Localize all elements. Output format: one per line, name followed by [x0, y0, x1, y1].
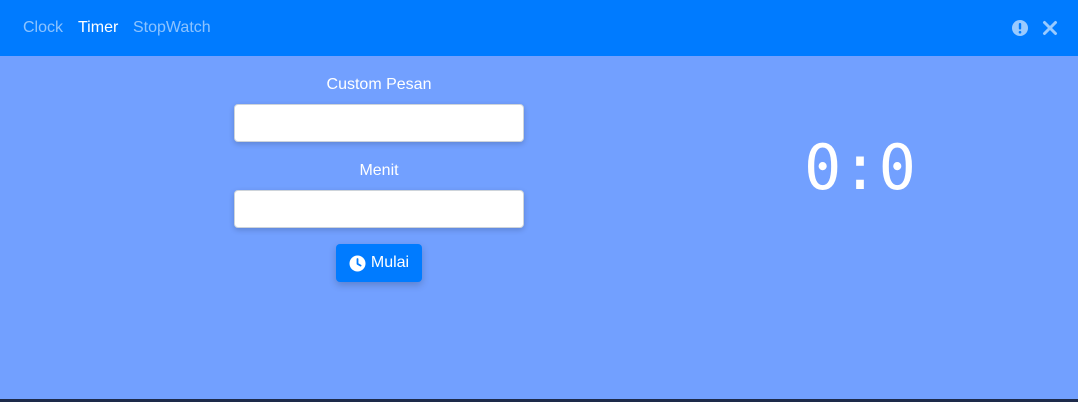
- nav-timer-link[interactable]: Timer: [78, 18, 118, 38]
- timer-display: 0:0: [804, 131, 916, 204]
- message-input[interactable]: [234, 104, 524, 142]
- minutes-label: Menit: [359, 162, 399, 179]
- timer-panel: Custom Pesan Menit Mulai 0:0: [0, 56, 1078, 400]
- minutes-input[interactable]: [234, 190, 524, 228]
- message-label: Custom Pesan: [326, 76, 432, 93]
- close-icon[interactable]: [1041, 19, 1059, 37]
- info-icon[interactable]: [1011, 19, 1029, 37]
- start-button[interactable]: Mulai: [336, 244, 422, 282]
- nav-stopwatch-link[interactable]: StopWatch: [133, 18, 211, 38]
- start-button-label: Mulai: [370, 254, 410, 271]
- clock-icon: [349, 255, 366, 271]
- nav-clock-link[interactable]: Clock: [23, 18, 63, 38]
- navbar: Clock Timer StopWatch: [0, 0, 1078, 56]
